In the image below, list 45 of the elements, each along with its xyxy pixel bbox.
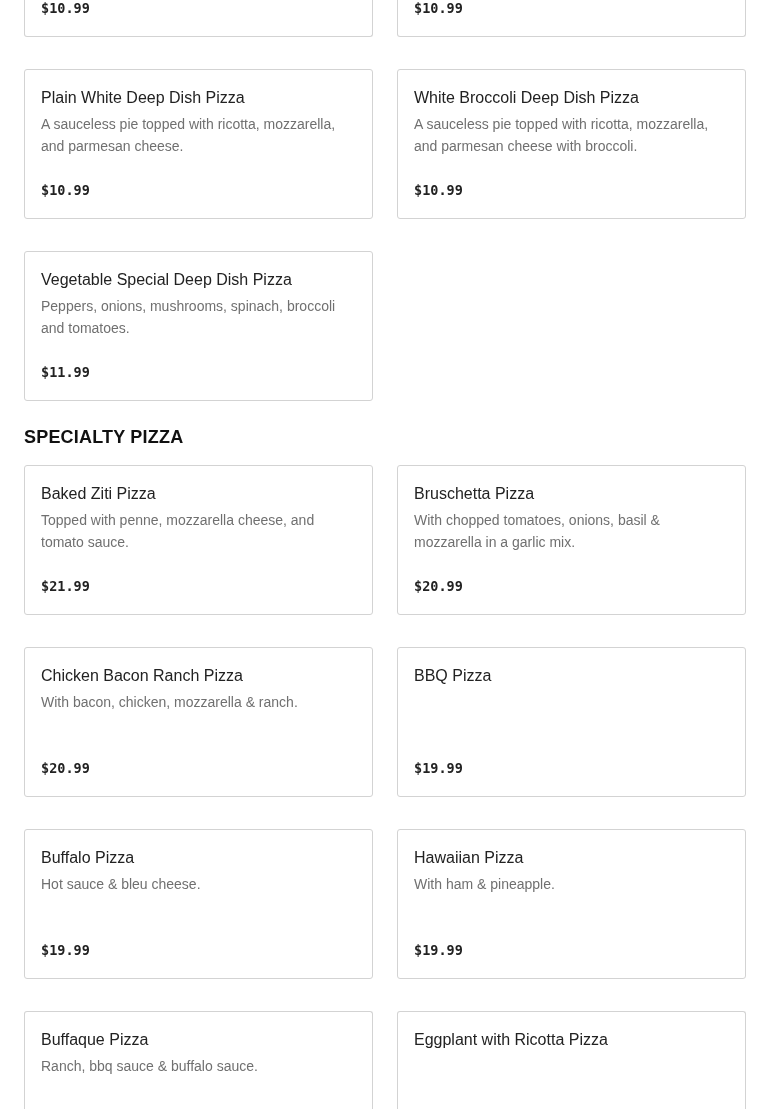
- item-description: With ham & pineapple.: [414, 875, 556, 894]
- item-price: $19.99: [414, 941, 464, 960]
- item-name: Bruschetta Pizza: [414, 484, 536, 504]
- item-price: $10.99: [41, 181, 91, 200]
- menu-item-card[interactable]: Baked Ziti Pizza Topped with penne, mozzarella cheese, and tomato sauce. $21.99: [24, 465, 373, 615]
- menu-item-card[interactable]: $10.99: [397, 0, 746, 37]
- menu-item-card[interactable]: BBQ Pizza $19.99: [397, 647, 746, 797]
- section-heading: SPECIALTY PIZZA: [24, 428, 185, 446]
- item-name: Eggplant with Ricotta Pizza: [414, 1030, 609, 1050]
- item-price: $21.99: [41, 577, 91, 596]
- item-description: Hot sauce & bleu cheese.: [41, 875, 202, 894]
- item-name: BBQ Pizza: [414, 666, 493, 686]
- item-description: With bacon, chicken, mozzarella & ranch.: [41, 693, 299, 712]
- item-description: A sauceless pie topped with ricotta, mozzarella, and parmesan cheese with broccoli.: [414, 115, 710, 156]
- item-description: Ranch, bbq sauce & buffalo sauce.: [41, 1057, 259, 1076]
- item-price: $19.99: [414, 759, 464, 778]
- item-name: Baked Ziti Pizza: [41, 484, 157, 504]
- menu-item-card[interactable]: White Broccoli Deep Dish Pizza A sauceless pie topped with ricotta, mozzarella, and parmesan cheese with broccoli. $10.99: [397, 69, 746, 219]
- menu-item-card[interactable]: Bruschetta Pizza With chopped tomatoes, onions, basil & mozzarella in a garlic mix. $20.99: [397, 465, 746, 615]
- item-name: Buffaque Pizza: [41, 1030, 150, 1050]
- item-description: Peppers, onions, mushrooms, spinach, broccoli and tomatoes.: [41, 297, 337, 338]
- menu-item-card[interactable]: $10.99: [24, 0, 373, 37]
- item-name: White Broccoli Deep Dish Pizza: [414, 88, 640, 108]
- menu-item-card[interactable]: Plain White Deep Dish Pizza A sauceless pie topped with ricotta, mozzarella, and parmesan cheese. $10.99: [24, 69, 373, 219]
- item-price: $20.99: [41, 759, 91, 778]
- menu-item-card[interactable]: Hawaiian Pizza With ham & pineapple. $19.99: [397, 829, 746, 979]
- item-price: $19.99: [41, 941, 91, 960]
- item-name: Buffalo Pizza: [41, 848, 136, 868]
- item-price: $11.99: [41, 363, 91, 382]
- item-price: $10.99: [414, 0, 464, 16]
- menu-item-card[interactable]: Buffalo Pizza Hot sauce & bleu cheese. $19.99: [24, 829, 373, 979]
- item-price: $10.99: [41, 0, 91, 16]
- item-name: Chicken Bacon Ranch Pizza: [41, 666, 244, 686]
- item-description: Topped with penne, mozzarella cheese, and tomato sauce.: [41, 511, 316, 552]
- item-name: Hawaiian Pizza: [414, 848, 525, 868]
- menu-item-card[interactable]: Buffaque Pizza Ranch, bbq sauce & buffalo sauce.: [24, 1011, 373, 1109]
- item-name: Vegetable Special Deep Dish Pizza: [41, 270, 293, 290]
- menu-item-card[interactable]: Vegetable Special Deep Dish Pizza Peppers, onions, mushrooms, spinach, broccoli and tomatoes. $11.99: [24, 251, 373, 401]
- menu-item-card[interactable]: Eggplant with Ricotta Pizza: [397, 1011, 746, 1109]
- item-description: A sauceless pie topped with ricotta, mozzarella, and parmesan cheese.: [41, 115, 337, 156]
- menu-item-card[interactable]: Chicken Bacon Ranch Pizza With bacon, chicken, mozzarella & ranch. $20.99: [24, 647, 373, 797]
- item-name: Plain White Deep Dish Pizza: [41, 88, 246, 108]
- item-description: With chopped tomatoes, onions, basil & mozzarella in a garlic mix.: [414, 511, 661, 552]
- item-price: $10.99: [414, 181, 464, 200]
- item-price: $20.99: [414, 577, 464, 596]
